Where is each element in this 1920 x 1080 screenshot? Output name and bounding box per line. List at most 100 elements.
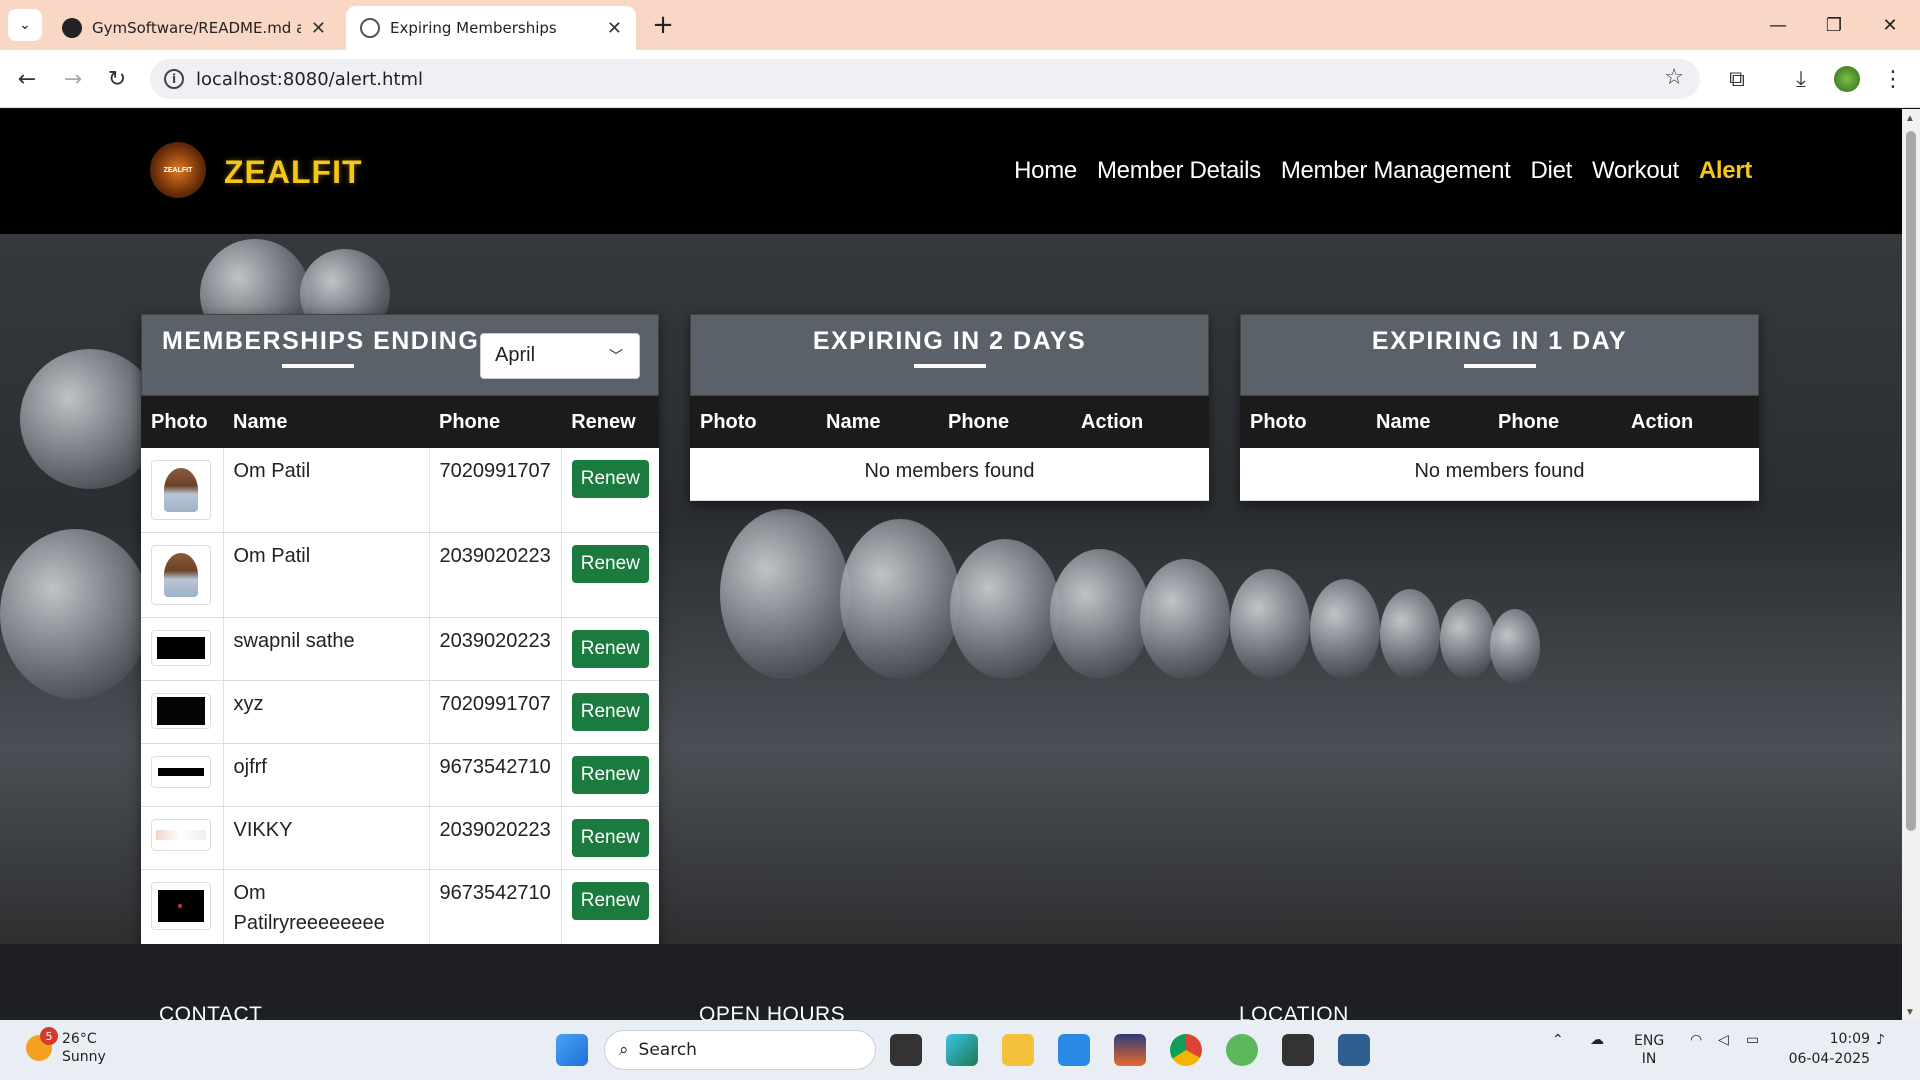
address-bar[interactable]: i localhost:8080/alert.html ☆ (150, 59, 1700, 99)
volume-icon[interactable]: ◁ (1718, 1032, 1729, 1048)
vscode-icon[interactable] (1058, 1034, 1090, 1066)
back-button[interactable]: ← (12, 64, 42, 94)
nav-member-details[interactable]: Member Details (1097, 157, 1261, 185)
member-name: Om Patil (223, 532, 430, 618)
weather-temp: 26°C (62, 1031, 97, 1047)
expiring-2-table: Photo Name Phone Action No members found (690, 396, 1209, 501)
renew-button[interactable]: Renew (571, 460, 649, 498)
background-dumbbell (720, 509, 850, 679)
member-phone: 7020991707 (429, 448, 562, 533)
renew-button[interactable]: Renew (571, 882, 649, 920)
member-phone: 2039020223 (429, 806, 562, 870)
empty-state: No members found (1240, 448, 1759, 501)
col-action: Action (1621, 396, 1759, 448)
new-tab-button[interactable]: + (648, 10, 678, 40)
language-code[interactable]: ENG (1634, 1032, 1664, 1050)
table-row: ojfrf 9673542710 Renew (141, 743, 659, 807)
nav-workout[interactable]: Workout (1592, 157, 1679, 185)
tray-chevron-up-icon[interactable]: ⌃ (1552, 1032, 1564, 1048)
scroll-down-icon[interactable]: ▼ (1905, 1007, 1915, 1018)
month-select[interactable]: April ﹀ (480, 333, 640, 379)
battery-icon[interactable]: ▭ (1746, 1032, 1759, 1048)
browser-tab-active[interactable]: Expiring Memberships ✕ (346, 6, 636, 50)
table-row: Om Patil 7020991707 Renew (141, 448, 659, 533)
member-name: VIKKY (223, 806, 430, 870)
empty-state: No members found (690, 448, 1209, 501)
card-title: MEMBERSHIPS ENDING (162, 327, 480, 355)
member-phone: 9673542710 (429, 869, 562, 952)
background-dumbbell (840, 519, 960, 679)
nav-member-management[interactable]: Member Management (1281, 157, 1511, 185)
member-name: xyz (223, 680, 430, 744)
footer-hours-heading: OPEN HOURS (699, 1003, 846, 1020)
forward-button[interactable]: → (58, 64, 88, 94)
member-photo (151, 882, 211, 930)
app-icon[interactable] (1338, 1034, 1370, 1066)
background-dumbbell (0, 529, 150, 699)
reload-button[interactable]: ↻ (102, 64, 132, 94)
edge-icon[interactable] (946, 1034, 978, 1066)
minimize-button[interactable]: — (1750, 0, 1806, 50)
page-scrollbar[interactable]: ▲ ▼ (1902, 109, 1920, 1020)
download-icon[interactable]: ⤓ (1786, 64, 1816, 94)
url-text: localhost:8080/alert.html (196, 69, 424, 90)
taskbar-search[interactable]: ⌕ Search (604, 1030, 876, 1070)
restore-button[interactable]: ❐ (1806, 0, 1862, 50)
weather-condition: Sunny (62, 1049, 106, 1065)
renew-button[interactable]: Renew (571, 693, 649, 731)
windows-start-icon[interactable] (556, 1034, 588, 1066)
close-tab-icon[interactable]: ✕ (311, 18, 326, 39)
table-row: VIKKY 2039020223 Renew (141, 806, 659, 870)
wifi-icon[interactable]: ◠ (1690, 1032, 1702, 1048)
region-code[interactable]: IN (1634, 1050, 1664, 1068)
logo-text: ZEALFIT (163, 166, 193, 174)
menu-icon[interactable]: ⋮ (1878, 64, 1908, 94)
member-photo (151, 630, 211, 666)
task-view-icon[interactable] (890, 1034, 922, 1066)
renew-button[interactable]: Renew (571, 819, 649, 857)
extensions-icon[interactable]: ⧉ (1722, 64, 1752, 94)
scrollbar-thumb[interactable] (1906, 131, 1916, 831)
site-header: ZEALFIT ZEALFIT Home Member Details Memb… (0, 109, 1902, 234)
chrome-icon[interactable] (1170, 1034, 1202, 1066)
member-photo (151, 460, 211, 520)
profile-avatar[interactable] (1832, 64, 1862, 94)
main-nav: Home Member Details Member Management Di… (1014, 157, 1752, 185)
scroll-up-icon[interactable]: ▲ (1905, 113, 1915, 124)
windows-taskbar: 5 26°C Sunny ⌕ Search ⌃ ☁ ENG IN ◠ ◁ ▭ 1… (0, 1020, 1920, 1080)
close-window-button[interactable]: ✕ (1862, 0, 1918, 50)
clock-time: 10:09 (1829, 1031, 1870, 1047)
renew-button[interactable]: Renew (571, 630, 649, 668)
member-name: ojfrf (223, 743, 430, 807)
mongodb-compass-icon[interactable] (1226, 1034, 1258, 1066)
member-photo (151, 819, 211, 851)
brand-name[interactable]: ZEALFIT (224, 154, 363, 191)
bookmark-star-icon[interactable]: ☆ (1664, 65, 1684, 90)
weather-widget[interactable]: 5 26°C Sunny (26, 1027, 106, 1066)
member-name: Om Patil (223, 448, 430, 533)
month-value: April (495, 344, 536, 366)
background-dumbbell (20, 349, 160, 489)
browser-tab-github[interactable]: GymSoftware/README.md at m ✕ (48, 6, 340, 50)
card-title: EXPIRING IN 1 DAY (1371, 327, 1628, 355)
tab-search-button[interactable]: ⌄ (8, 9, 42, 41)
site-info-icon[interactable]: i (164, 69, 184, 89)
background-dumbbell (1230, 569, 1310, 679)
zealfit-logo-icon[interactable]: ZEALFIT (150, 142, 206, 198)
title-underline (913, 364, 986, 368)
notifications-icon[interactable]: ♪ (1876, 1032, 1885, 1048)
expiring-1-day-card: EXPIRING IN 1 DAY Photo Name Phone Actio… (1240, 314, 1759, 501)
eclipse-icon[interactable] (1114, 1034, 1146, 1066)
renew-button[interactable]: Renew (571, 545, 649, 583)
onedrive-icon[interactable]: ☁ (1590, 1032, 1604, 1048)
renew-button[interactable]: Renew (571, 756, 649, 794)
nav-home[interactable]: Home (1014, 157, 1077, 185)
close-tab-icon[interactable]: ✕ (607, 18, 622, 39)
nav-alert[interactable]: Alert (1699, 157, 1752, 185)
nav-diet[interactable]: Diet (1531, 157, 1573, 185)
member-phone: 2039020223 (429, 617, 562, 681)
system-clock[interactable]: 10:09 06-04-2025 (1789, 1029, 1870, 1069)
title-underline (282, 364, 354, 368)
terminal-icon[interactable] (1282, 1034, 1314, 1066)
file-explorer-icon[interactable] (1002, 1034, 1034, 1066)
